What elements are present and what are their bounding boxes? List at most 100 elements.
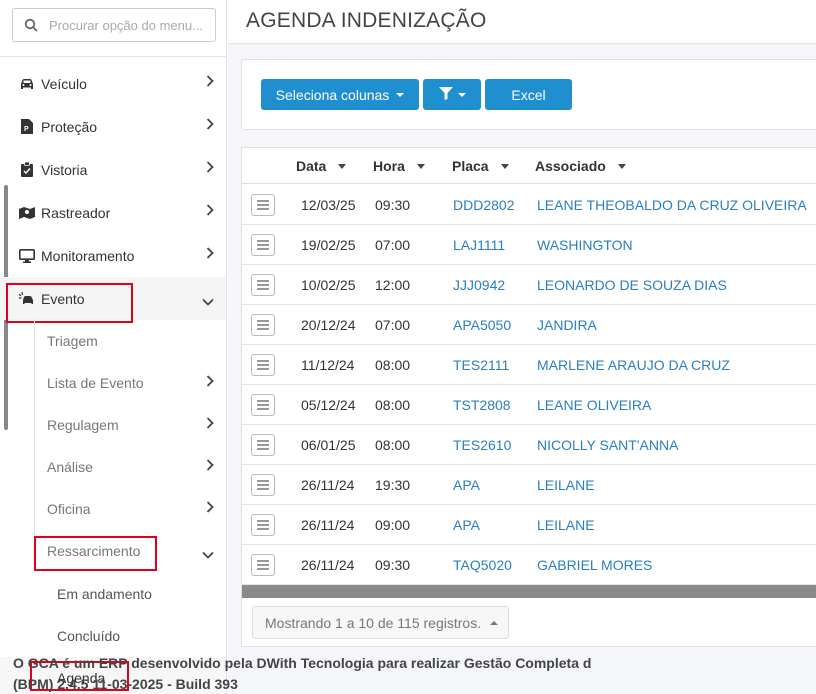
cell-data: 20/12/24 xyxy=(301,317,356,333)
row-menu-button[interactable] xyxy=(251,194,275,216)
select-columns-button[interactable]: Seleciona colunas xyxy=(261,79,419,110)
column-header-label: Data xyxy=(296,158,327,174)
cell-data: 10/02/25 xyxy=(301,277,356,293)
caret-down-icon xyxy=(457,92,466,97)
cell-placa-link[interactable]: TST2808 xyxy=(453,397,511,413)
cell-placa-link[interactable]: JJJ0942 xyxy=(453,277,505,293)
caret-up-icon xyxy=(490,620,499,625)
shield-doc-icon: P xyxy=(17,119,37,134)
cell-associado-link[interactable]: WASHINGTON xyxy=(537,237,633,253)
row-menu-button[interactable] xyxy=(251,514,275,536)
sidebar-item-label: Veículo xyxy=(41,75,87,92)
cell-data: 26/11/24 xyxy=(301,477,355,493)
footer-line: O GCA é um ERP desenvolvido pela DWith T… xyxy=(13,655,592,671)
row-menu-button[interactable] xyxy=(251,434,275,456)
sidebar-subitem-em-andamento[interactable]: Em andamento xyxy=(0,573,226,615)
sidebar-item-label: Proteção xyxy=(41,118,98,135)
cell-data: 06/01/25 xyxy=(301,437,356,453)
cell-hora: 09:30 xyxy=(375,557,411,573)
monitor-icon xyxy=(17,248,37,263)
column-header-label: Placa xyxy=(452,158,489,174)
chevron-right-icon xyxy=(206,74,214,90)
sidebar-item-protecao[interactable]: P Proteção xyxy=(0,105,226,148)
sidebar-subitem-ressarcimento[interactable]: Ressarcimento xyxy=(0,530,226,572)
sort-icon xyxy=(500,163,509,169)
page-header: AGENDA INDENIZAÇÃO xyxy=(228,0,816,44)
table-row: 12/03/25 09:30 DDD2802 LEANE THEOBALDO DA C… xyxy=(242,185,816,225)
car-crash-icon xyxy=(17,291,37,306)
row-menu-button[interactable] xyxy=(251,274,275,296)
cell-associado-link[interactable]: MARLENE ARAUJO DA CRUZ xyxy=(537,357,730,373)
search-input[interactable] xyxy=(49,17,209,33)
cell-associado-link[interactable]: LEANE THEOBALDO DA CRUZ OLIVEIRA xyxy=(537,197,807,213)
cell-hora: 09:30 xyxy=(375,197,411,213)
select-columns-label: Seleciona colunas xyxy=(275,86,390,103)
sidebar-subitem-triagem[interactable]: Triagem xyxy=(0,320,226,362)
cell-associado-link[interactable]: LEONARDO DE SOUZA DIAS xyxy=(537,277,727,293)
cell-placa-link[interactable]: DDD2802 xyxy=(453,197,514,213)
sidebar-subitem-regulagem[interactable]: Regulagem xyxy=(0,404,226,446)
column-header-label: Hora xyxy=(373,158,405,174)
chevron-right-icon xyxy=(206,117,214,133)
row-menu-button[interactable] xyxy=(251,474,275,496)
cell-associado-link[interactable]: GABRIEL MORES xyxy=(537,557,652,573)
cell-placa-link[interactable]: APA xyxy=(453,517,480,533)
records-info-dropdown[interactable]: Mostrando 1 a 10 de 115 registros. xyxy=(252,606,509,639)
cell-data: 11/12/24 xyxy=(301,357,355,373)
horizontal-scrollbar[interactable] xyxy=(242,585,816,598)
cell-data: 05/12/24 xyxy=(301,397,356,413)
row-menu-button[interactable] xyxy=(251,354,275,376)
search-icon xyxy=(13,18,49,32)
sidebar-subitem-lista-de-evento[interactable]: Lista de Evento xyxy=(0,362,226,404)
sidebar-item-vistoria[interactable]: Vistoria xyxy=(0,148,226,191)
map-icon xyxy=(17,206,37,220)
sidebar-subitem-label: Lista de Evento xyxy=(47,375,144,391)
row-menu-button[interactable] xyxy=(251,554,275,576)
sidebar-item-label: Monitoramento xyxy=(41,247,135,264)
sidebar-item-monitoramento[interactable]: Monitoramento xyxy=(0,234,226,277)
sidebar-subitem-label: Em andamento xyxy=(57,586,152,602)
row-menu-button[interactable] xyxy=(251,394,275,416)
cell-placa-link[interactable]: APA5050 xyxy=(453,317,511,333)
column-header-placa[interactable]: Placa xyxy=(452,158,509,174)
row-menu-button[interactable] xyxy=(251,234,275,256)
footer-line: (BPM) 2.4.5 11-03-2025 - Build 393 xyxy=(13,676,238,692)
column-header-data[interactable]: Data xyxy=(296,158,347,174)
sidebar-item-evento[interactable]: Evento xyxy=(0,277,226,320)
cell-associado-link[interactable]: JANDIRA xyxy=(537,317,597,333)
cell-placa-link[interactable]: LAJ1111 xyxy=(453,237,505,253)
cell-hora: 08:00 xyxy=(375,357,411,373)
cell-placa-link[interactable]: TAQ5020 xyxy=(453,557,512,573)
cell-placa-link[interactable]: TES2610 xyxy=(453,437,511,453)
cell-associado-link[interactable]: LEILANE xyxy=(537,517,595,533)
column-header-associado[interactable]: Associado xyxy=(535,158,626,174)
column-header-label: Associado xyxy=(535,158,606,174)
sidebar-item-label: Evento xyxy=(41,290,85,307)
sidebar: Veículo P Proteção Vistoria Rastreador M… xyxy=(0,0,227,694)
cell-associado-link[interactable]: LEILANE xyxy=(537,477,595,493)
cell-associado-link[interactable]: LEANE OLIVEIRA xyxy=(537,397,651,413)
sidebar-subitem-oficina[interactable]: Oficina xyxy=(0,488,226,530)
sidebar-subitem-analise[interactable]: Análise xyxy=(0,446,226,488)
chevron-right-icon xyxy=(206,416,214,432)
sort-icon xyxy=(617,163,626,169)
table-header: Data Hora Placa Associado xyxy=(242,148,816,184)
row-menu-button[interactable] xyxy=(251,314,275,336)
sidebar-subitem-concluido[interactable]: Concluído xyxy=(0,615,226,657)
chevron-right-icon xyxy=(206,458,214,474)
cell-hora: 07:00 xyxy=(375,237,411,253)
cell-placa-link[interactable]: APA xyxy=(453,477,480,493)
sidebar-subitem-label: Ressarcimento xyxy=(47,543,141,559)
excel-button[interactable]: Excel xyxy=(485,79,572,110)
caret-down-icon xyxy=(396,92,405,97)
cell-associado-link[interactable]: NICOLLY SANT'ANNA xyxy=(537,437,678,453)
column-header-hora[interactable]: Hora xyxy=(373,158,425,174)
filter-button[interactable] xyxy=(423,79,481,110)
sidebar-item-rastreador[interactable]: Rastreador xyxy=(0,191,226,234)
menu-search[interactable] xyxy=(12,8,216,42)
page-title: AGENDA INDENIZAÇÃO xyxy=(246,9,487,32)
records-info-label: Mostrando 1 a 10 de 115 registros. xyxy=(265,614,482,631)
cell-placa-link[interactable]: TES2111 xyxy=(453,357,509,373)
sidebar-item-label: Vistoria xyxy=(41,161,88,178)
sidebar-item-veiculo[interactable]: Veículo xyxy=(0,62,226,105)
